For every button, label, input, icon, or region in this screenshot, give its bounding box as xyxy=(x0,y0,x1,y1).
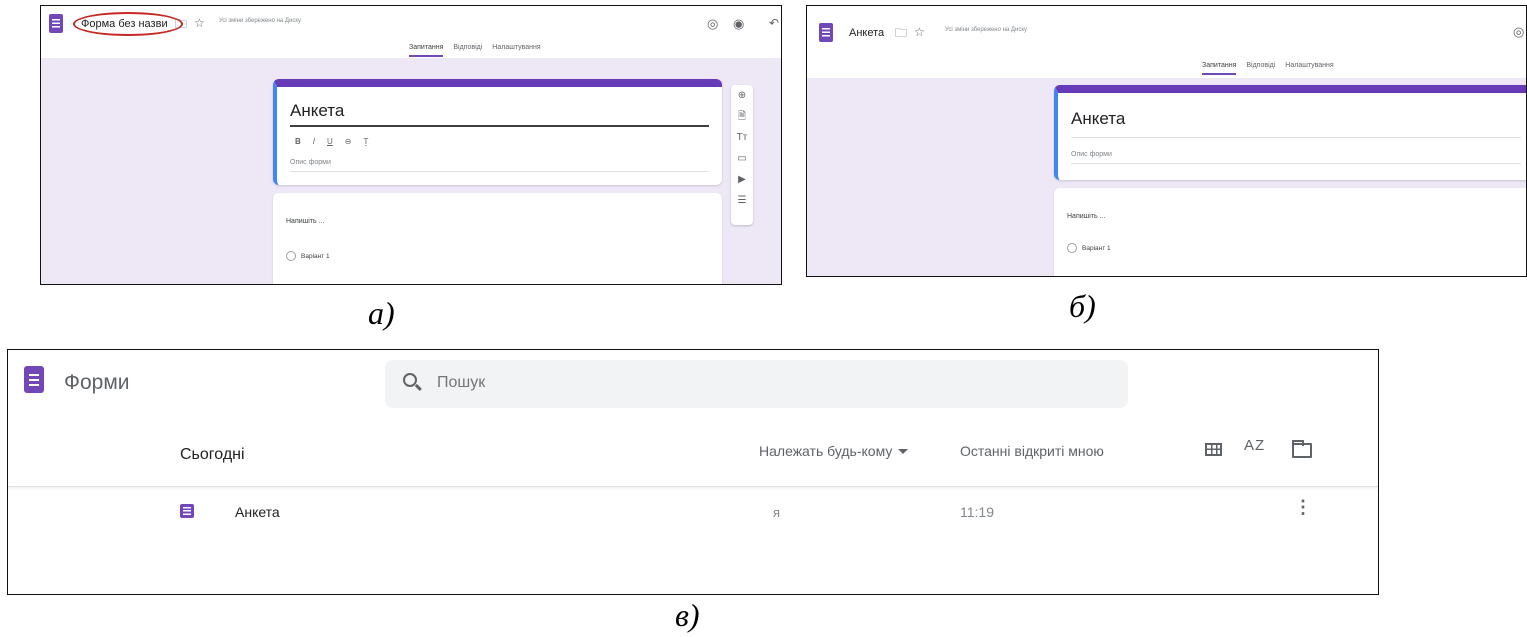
highlight-ellipse xyxy=(73,12,183,36)
saved-note: Усі зміни збережено на Диску xyxy=(945,27,1028,33)
format-toolbar: B I U ⊖ Ṯ xyxy=(295,137,368,146)
form-description[interactable]: Опис форми xyxy=(290,159,331,166)
sort-by-label[interactable]: Останні відкриті мною xyxy=(960,443,1104,459)
star-icon[interactable]: ☆ xyxy=(914,26,925,38)
tab-settings[interactable]: Налаштування xyxy=(492,44,540,57)
radio-option[interactable] xyxy=(1067,243,1077,253)
form-title[interactable]: Анкета xyxy=(290,101,344,121)
option-label[interactable]: Варіант 1 xyxy=(1082,245,1111,252)
add-image-icon[interactable]: ▭ xyxy=(731,148,753,169)
option-label[interactable]: Варіант 1 xyxy=(301,253,330,260)
forms-logo-icon[interactable] xyxy=(819,23,833,42)
forms-logo-icon[interactable] xyxy=(24,366,44,393)
radio-option[interactable] xyxy=(286,251,296,261)
tab-questions[interactable]: Запитання xyxy=(409,44,444,57)
saved-note: Усі зміни збережено на Диску xyxy=(219,18,302,24)
more-options-icon[interactable]: ⋮ xyxy=(1294,498,1312,516)
table-row[interactable]: Анкета я 11:19 ⋮ xyxy=(8,488,1378,538)
add-section-icon[interactable]: ☰ xyxy=(731,190,753,211)
palette-icon[interactable]: ◎ xyxy=(1513,25,1524,38)
row-owner: я xyxy=(773,505,781,520)
screenshot-c: Форми Сьогодні Належать будь-кому Останн… xyxy=(7,349,1379,595)
screenshot-b: Анкета 🗀 ☆ Усі зміни збережено на Диску … xyxy=(806,5,1527,277)
editor-tabs: Запитання Відповіді Налаштування xyxy=(1202,62,1334,75)
form-file-icon xyxy=(180,504,194,518)
link-icon[interactable]: ⊖ xyxy=(345,137,352,146)
undo-icon[interactable]: ↶ xyxy=(769,17,779,29)
palette-icon[interactable]: ◎ xyxy=(707,17,718,30)
sort-az-icon[interactable]: AZ xyxy=(1244,437,1265,454)
preview-eye-icon[interactable]: ◉ xyxy=(733,17,744,30)
list-header: Сьогодні Належать будь-кому Останні відк… xyxy=(8,425,1378,487)
question-text[interactable]: Напишіть ... xyxy=(286,218,324,225)
add-title-icon[interactable]: Tт xyxy=(731,127,753,148)
screenshot-a: Форма без назви 🗀 ☆ Усі зміни збережено … xyxy=(40,5,782,285)
search-bar[interactable] xyxy=(385,360,1128,408)
add-question-icon[interactable]: ⊕ xyxy=(731,85,753,106)
clear-format-icon[interactable]: Ṯ xyxy=(364,137,369,146)
question-text[interactable]: Напишіть ... xyxy=(1067,213,1105,220)
caption-c: в) xyxy=(675,597,700,633)
title-underline xyxy=(290,125,709,127)
caption-b: б) xyxy=(1069,288,1096,324)
app-name[interactable]: Форми xyxy=(64,371,130,395)
owner-filter-label: Належать будь-кому xyxy=(759,443,893,459)
editor-tabs: Запитання Відповіді Налаштування xyxy=(409,44,541,57)
underline-button[interactable]: U xyxy=(327,137,333,146)
description-line xyxy=(1071,163,1521,164)
add-video-icon[interactable]: ▶ xyxy=(731,169,753,190)
description-line xyxy=(290,171,709,172)
folder-picker-icon[interactable] xyxy=(1292,440,1312,458)
forms-logo-icon[interactable] xyxy=(49,14,63,33)
question-card[interactable]: Напишіть ... Варіант 1 xyxy=(1054,188,1526,276)
star-icon[interactable]: ☆ xyxy=(194,17,205,29)
folder-icon[interactable]: 🗀 xyxy=(175,18,187,30)
italic-button[interactable]: I xyxy=(313,137,315,146)
side-toolbar: ⊕ 🗎 Tт ▭ ▶ ☰ xyxy=(731,85,753,225)
grid-view-icon[interactable] xyxy=(1205,443,1222,456)
question-card[interactable]: Напишіть ... Варіант 1 xyxy=(273,193,722,284)
row-time: 11:19 xyxy=(960,504,994,520)
folder-icon[interactable]: 🗀 xyxy=(895,27,907,39)
editor-topbar: Форма без назви 🗀 ☆ Усі зміни збережено … xyxy=(41,6,781,57)
import-questions-icon[interactable]: 🗎 xyxy=(731,106,753,127)
form-description[interactable]: Опис форми xyxy=(1071,151,1112,158)
form-title[interactable]: Анкета xyxy=(1071,109,1125,129)
dropdown-arrow-icon xyxy=(898,448,909,454)
form-title-card[interactable]: Анкета B I U ⊖ Ṯ Опис форми xyxy=(273,79,722,185)
search-icon[interactable] xyxy=(403,373,417,387)
form-title-card[interactable]: Анкета Опис форми xyxy=(1054,85,1526,180)
doc-title[interactable]: Анкета xyxy=(849,27,884,39)
section-label: Сьогодні xyxy=(180,446,245,463)
tab-responses[interactable]: Відповіді xyxy=(1246,62,1275,75)
tab-responses[interactable]: Відповіді xyxy=(453,44,482,57)
editor-topbar: Анкета 🗀 ☆ Усі зміни збережено на Диску … xyxy=(807,6,1526,78)
row-name[interactable]: Анкета xyxy=(235,504,280,520)
tab-settings[interactable]: Налаштування xyxy=(1285,62,1333,75)
search-input[interactable] xyxy=(437,374,1037,392)
title-line xyxy=(1071,137,1521,138)
caption-a: а) xyxy=(368,295,395,331)
tab-questions[interactable]: Запитання xyxy=(1202,62,1237,75)
bold-button[interactable]: B xyxy=(295,137,301,146)
owner-filter-dropdown[interactable]: Належать будь-кому xyxy=(759,443,909,459)
